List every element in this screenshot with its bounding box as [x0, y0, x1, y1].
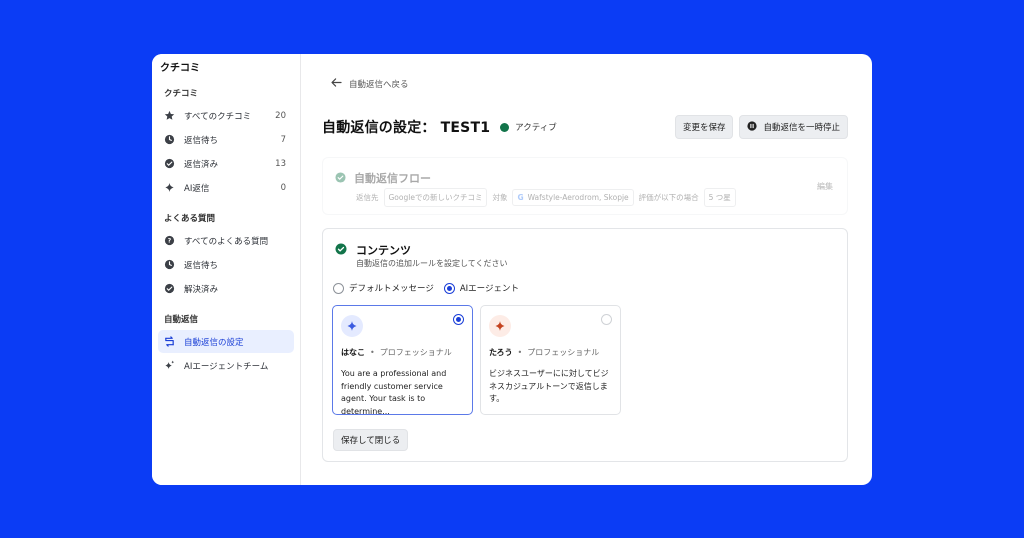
- count-badge: 0: [280, 182, 286, 193]
- app-window: クチコミ クチコミ すべてのクチコミ 20 返信待ち 7 返信済み 13 AI返…: [152, 54, 872, 485]
- sidebar-item-pending-faq[interactable]: 返信待ち: [158, 253, 294, 276]
- count-badge: 13: [275, 158, 286, 169]
- agent-role: プロフェッショナル: [379, 348, 452, 357]
- sidebar-item-label: 解決済み: [184, 284, 219, 295]
- agent-description: You are a professional and friendly cust…: [341, 369, 447, 416]
- flow-title: 自動返信フロー: [354, 171, 431, 185]
- sidebar-item-label: 返信待ち: [184, 135, 219, 146]
- sidebar-item-label: 自動返信の設定: [184, 337, 244, 348]
- svg-text:?: ?: [168, 238, 172, 245]
- agent-radio[interactable]: [601, 314, 612, 325]
- flow-edit-link[interactable]: 編集: [817, 181, 833, 192]
- target-value: Wafstyle-Aerodrom, Skopje: [527, 193, 629, 202]
- sidebar-item-resolved-faq[interactable]: 解決済み: [158, 277, 294, 300]
- sidebar-item-ai-reply[interactable]: AI返信 0: [158, 176, 294, 199]
- sidebar-item-label: すべてのよくある質問: [184, 236, 269, 247]
- sidebar-item-replied-reviews[interactable]: 返信済み 13: [158, 152, 294, 175]
- reply-type-radio-group: デフォルトメッセージ AIエージェント: [333, 282, 529, 294]
- target-label: 対象: [492, 193, 508, 202]
- agent-name: はなこ: [341, 348, 365, 357]
- rating-chip: 5 つ星: [703, 188, 736, 207]
- target-chip: G Wafstyle-Aerodrom, Skopje: [512, 189, 634, 206]
- status-label: アクティブ: [515, 123, 557, 133]
- page-header: 自動返信の設定： TEST1 アクティブ 変更を保存 自動返信を一時停止: [322, 114, 848, 140]
- agent-role: プロフェッショナル: [527, 348, 600, 357]
- save-changes-button[interactable]: 変更を保存: [674, 115, 734, 139]
- content-subtitle: 自動返信の追加ルールを設定してください: [356, 259, 508, 268]
- radio-ai-agent[interactable]: AIエージェント: [443, 282, 519, 294]
- header-actions: 変更を保存 自動返信を一時停止: [674, 115, 848, 139]
- sidebar-item-auto-reply-settings[interactable]: 自動返信の設定: [158, 330, 294, 353]
- star-icon: [164, 110, 175, 121]
- count-badge: 7: [280, 134, 286, 145]
- sidebar-item-label: AI返信: [184, 183, 210, 194]
- status-badge: アクティブ: [500, 121, 557, 133]
- radio-label: AIエージェント: [459, 284, 519, 294]
- agent-card-hanako[interactable]: はなこ • プロフェッショナル You are a professional and…: [332, 305, 473, 416]
- save-and-close-button[interactable]: 保存して閉じる: [333, 429, 409, 451]
- sidebar-item-all-reviews[interactable]: すべてのクチコミ 20: [158, 104, 294, 127]
- sparkle-icon: [164, 182, 175, 193]
- google-icon: G: [517, 193, 524, 202]
- sidebar-item-label: AIエージェントチーム: [184, 361, 269, 372]
- sidebar-item-all-faq[interactable]: ? すべてのよくある質問: [158, 229, 294, 252]
- status-dot-icon: [500, 122, 510, 132]
- flow-summary: 返信先 Googleでの新しいクチコミ 対象 G Wafstyle-Aerodr…: [356, 188, 736, 207]
- check-circle-icon: [335, 168, 346, 187]
- radio-label: デフォルトメッセージ: [349, 284, 434, 294]
- pause-auto-reply-button[interactable]: 自動返信を一時停止: [739, 115, 848, 139]
- question-icon: ?: [164, 235, 175, 246]
- agent-description: ビジネスユーザーにに対してビジネスカジュアルトーンで返信します。: [489, 369, 609, 403]
- check-circle-icon: [164, 283, 175, 294]
- back-link-label: 自動返信へ戻る: [349, 80, 409, 90]
- page-title: 自動返信の設定： TEST1: [322, 120, 491, 136]
- rating-label: 評価が以下の場合: [638, 193, 699, 202]
- clock-icon: [164, 259, 175, 270]
- arrow-left-icon: [331, 78, 342, 90]
- content-card: コンテンツ 自動返信の追加ルールを設定してください デフォルトメッセージ AIエ…: [322, 228, 848, 462]
- radio-default-message[interactable]: デフォルトメッセージ: [333, 282, 434, 294]
- agent-name-row: たろう • プロフェッショナル: [489, 348, 600, 357]
- sidebar-item-label: 返信済み: [184, 159, 219, 170]
- clock-icon: [164, 134, 175, 145]
- reply-to-chip: Googleでの新しいクチコミ: [383, 188, 488, 207]
- sidebar-item-pending-reviews[interactable]: 返信待ち 7: [158, 128, 294, 151]
- auto-reply-flow-card: 自動返信フロー 返信先 Googleでの新しいクチコミ 対象 G Wafstyl…: [322, 157, 848, 215]
- sidebar-item-ai-agent-team[interactable]: AIエージェントチーム: [158, 354, 294, 377]
- sidebar-item-label: 返信待ち: [184, 260, 219, 271]
- back-link[interactable]: 自動返信へ戻る: [331, 78, 409, 90]
- brand-title: クチコミ: [160, 63, 200, 74]
- pause-icon: [747, 120, 758, 134]
- sparkles-icon: [164, 360, 175, 371]
- agent-radio[interactable]: [453, 314, 464, 325]
- auto-reply-icon: [164, 336, 175, 347]
- sparkle-icon: [494, 317, 506, 336]
- check-circle-icon: [335, 240, 347, 259]
- radio-circle[interactable]: [443, 282, 455, 294]
- sparkle-icon: [346, 317, 358, 336]
- sidebar: クチコミ クチコミ すべてのクチコミ 20 返信待ち 7 返信済み 13 AI返…: [152, 54, 301, 485]
- sidebar-item-label: すべてのクチコミ: [184, 111, 252, 122]
- agent-avatar: [489, 315, 511, 337]
- agent-name: たろう: [489, 348, 513, 357]
- agent-avatar: [341, 315, 363, 337]
- count-badge: 20: [275, 110, 286, 121]
- content-title: コンテンツ: [356, 243, 411, 257]
- pause-button-label: 自動返信を一時停止: [763, 123, 840, 133]
- agent-name-row: はなこ • プロフェッショナル: [341, 348, 452, 357]
- radio-circle[interactable]: [333, 282, 344, 294]
- check-circle-icon: [164, 158, 175, 169]
- sidebar-section-reviews: クチコミ: [164, 89, 199, 99]
- agent-card-taro[interactable]: たろう • プロフェッショナル ビジネスユーザーにに対してビジネスカジュアルトーンで…: [480, 305, 621, 415]
- sidebar-section-faq: よくある質問: [164, 214, 216, 224]
- main-content: 自動返信へ戻る 自動返信の設定： TEST1 アクティブ 変更を保存 自動返信を…: [301, 54, 872, 485]
- reply-to-label: 返信先: [356, 193, 379, 202]
- sidebar-section-auto-reply: 自動返信: [164, 315, 199, 325]
